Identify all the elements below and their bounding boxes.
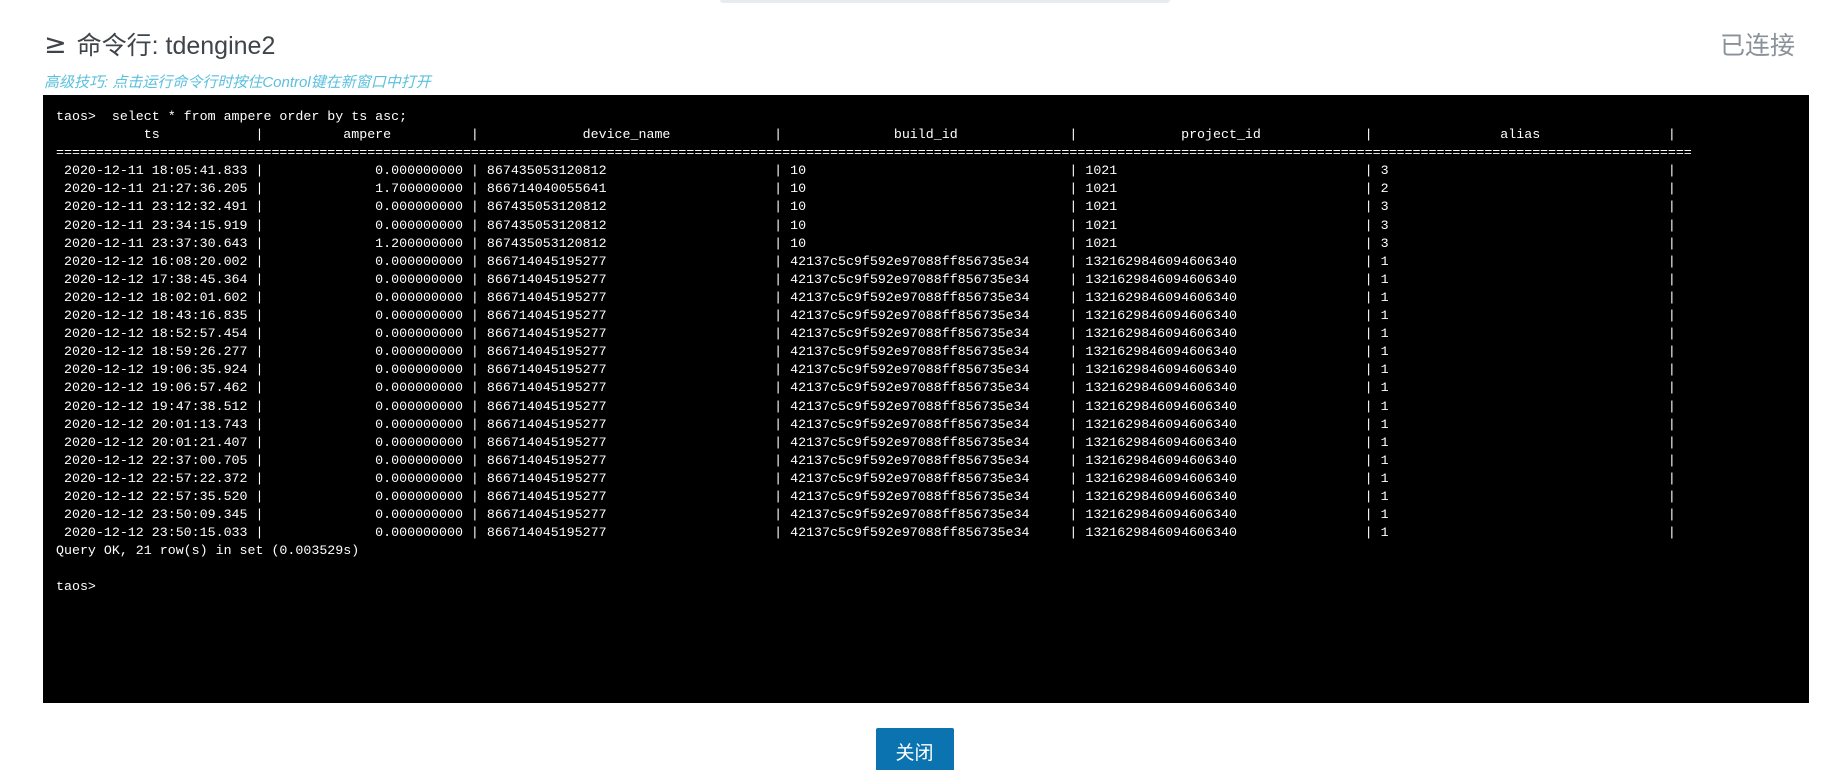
header: ≥ 命令行: tdengine2 已连接 xyxy=(44,26,1795,62)
terminal-line: 2020-12-11 23:37:30.643 | 1.200000000 | … xyxy=(56,235,1676,251)
advanced-tip: 高级技巧: 点击运行命令行时按住Control键在新窗口中打开 xyxy=(44,74,431,91)
terminal-console[interactable]: taos> select * from ampere order by ts a… xyxy=(43,95,1809,703)
terminal-line: 2020-12-12 17:38:45.364 | 0.000000000 | … xyxy=(56,271,1676,287)
terminal-line: 2020-12-12 22:37:00.705 | 0.000000000 | … xyxy=(56,452,1676,468)
terminal-line: 2020-12-12 23:50:09.345 | 0.000000000 | … xyxy=(56,507,1676,523)
terminal-line: 2020-12-11 23:34:15.919 | 0.000000000 | … xyxy=(56,217,1676,233)
page: ≥ 命令行: tdengine2 已连接 高级技巧: 点击运行命令行时按住Con… xyxy=(0,0,1829,770)
greater-than-or-equal-icon: ≥ xyxy=(44,28,67,60)
terminal-line: 2020-12-11 21:27:36.205 | 1.700000000 | … xyxy=(56,181,1676,197)
connection-status: 已连接 xyxy=(1719,32,1795,60)
top-edge-bar xyxy=(720,0,1170,3)
terminal-line: 2020-12-11 23:12:32.491 | 0.000000000 | … xyxy=(56,199,1676,215)
terminal-line: 2020-12-12 23:50:15.033 | 0.000000000 | … xyxy=(56,525,1676,541)
terminal-line: 2020-12-12 22:57:35.520 | 0.000000000 | … xyxy=(56,488,1676,504)
footer: 关闭 xyxy=(0,728,1829,770)
terminal-line: 2020-12-12 19:06:57.462 | 0.000000000 | … xyxy=(56,380,1676,396)
close-button[interactable]: 关闭 xyxy=(875,728,954,770)
terminal-line: 2020-12-12 19:06:35.924 | 0.000000000 | … xyxy=(56,362,1676,378)
terminal-line: 2020-12-12 18:59:26.277 | 0.000000000 | … xyxy=(56,344,1676,360)
terminal-line: 2020-12-12 20:01:13.743 | 0.000000000 | … xyxy=(56,416,1676,432)
page-title-text: 命令行: tdengine2 xyxy=(76,32,276,60)
terminal-line: 2020-12-12 18:52:57.454 | 0.000000000 | … xyxy=(56,326,1676,342)
terminal-line: taos> xyxy=(56,579,96,595)
terminal-line: ========================================… xyxy=(56,145,1692,161)
terminal-line: 2020-12-11 18:05:41.833 | 0.000000000 | … xyxy=(56,163,1676,179)
page-title: ≥ 命令行: tdengine2 xyxy=(44,26,275,62)
terminal-line: 2020-12-12 19:47:38.512 | 0.000000000 | … xyxy=(56,398,1676,414)
terminal-line: 2020-12-12 20:01:21.407 | 0.000000000 | … xyxy=(56,434,1676,450)
terminal-line: Query OK, 21 row(s) in set (0.003529s) xyxy=(56,543,360,559)
terminal-line: 2020-12-12 16:08:20.002 | 0.000000000 | … xyxy=(56,253,1676,269)
terminal-line: taos> select * from ampere order by ts a… xyxy=(56,109,408,124)
terminal-line: ts | ampere | device_name | build_id | p… xyxy=(56,127,1676,143)
terminal-line: 2020-12-12 18:43:16.835 | 0.000000000 | … xyxy=(56,308,1676,324)
terminal-line: 2020-12-12 22:57:22.372 | 0.000000000 | … xyxy=(56,470,1676,486)
terminal-line: 2020-12-12 18:02:01.602 | 0.000000000 | … xyxy=(56,289,1676,305)
terminal-output: taos> select * from ampere order by ts a… xyxy=(43,95,1809,597)
